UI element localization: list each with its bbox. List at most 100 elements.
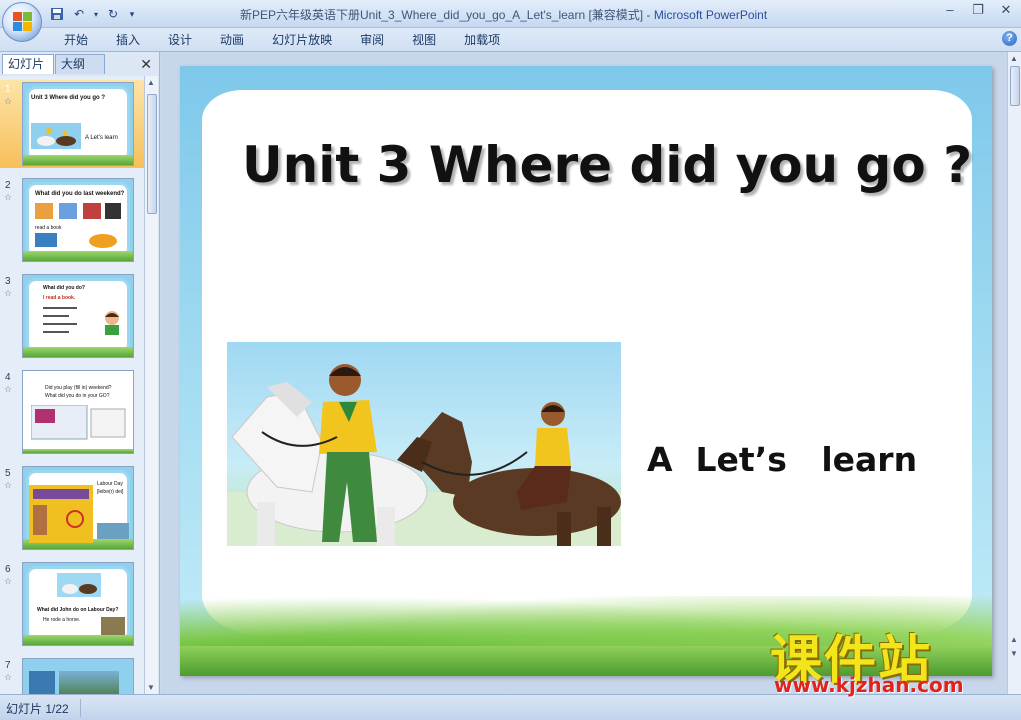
next-slide-icon[interactable]: ▼ — [1010, 649, 1018, 658]
slide-number: 2 — [5, 180, 11, 191]
thumbnail-line: Did you play (fill in) weekend? — [45, 385, 112, 391]
scrollbar-thumb[interactable] — [147, 94, 157, 214]
animation-star-icon: ☆ — [4, 192, 13, 202]
slide-thumbnail-5[interactable]: 5 ☆ Labour Day [leibə(r) dei] — [0, 464, 144, 552]
tab-review[interactable]: 审阅 — [346, 31, 398, 49]
scroll-up-icon[interactable]: ▲ — [1010, 54, 1018, 63]
customize-toolbar-icon[interactable]: ▾ — [126, 5, 138, 23]
tab-view[interactable]: 视图 — [398, 31, 450, 49]
thumbnail-line: [leibə(r) dei] — [97, 489, 124, 495]
slide-subtitle[interactable]: A Let’s learn — [647, 440, 917, 479]
horse-riding-image[interactable] — [227, 342, 621, 546]
animation-star-icon: ☆ — [4, 96, 13, 106]
thumbnail-scrollbar[interactable]: ▲ ▼ — [144, 76, 158, 694]
slide-preview: What did you do? I read a book. — [22, 274, 134, 358]
ribbon-tabs: 开始 插入 设计 动画 幻灯片放映 审阅 视图 加载项 — [50, 31, 514, 49]
horse-thumbnail-image — [57, 573, 101, 597]
slide-thumbnail-4[interactable]: 4 ☆ Did you play (fill in) weekend? What… — [0, 368, 144, 456]
tab-outline[interactable]: 大纲 — [55, 54, 105, 74]
restore-icon[interactable]: ❐ — [969, 2, 987, 18]
undo-dropdown-icon[interactable]: ▾ — [92, 5, 100, 23]
photo-thumbnail-image — [29, 671, 55, 694]
redo-icon[interactable]: ↻ — [104, 5, 122, 23]
quick-access-toolbar: ↶ ▾ ↻ ▾ — [48, 4, 138, 24]
slide-number: 7 — [5, 660, 11, 671]
tab-insert[interactable]: 插入 — [102, 31, 154, 49]
scroll-down-icon[interactable]: ▼ — [147, 683, 155, 692]
prev-slide-icon[interactable]: ▲ — [1010, 635, 1018, 644]
screenshot-thumbnail-image — [30, 404, 127, 441]
help-icon[interactable]: ? — [1002, 31, 1017, 46]
photo-thumbnail-image — [97, 523, 129, 539]
slide-number: 6 — [5, 564, 11, 575]
slide-preview — [22, 658, 134, 694]
slide-number: 1 — [5, 84, 11, 95]
slide-thumbnail-6[interactable]: 6 ☆ What did John do on Labour Day? He r… — [0, 560, 144, 648]
activity-thumbnail-images — [33, 201, 123, 223]
window-controls: – ❐ ✕ — [941, 2, 1015, 18]
slide-thumbnail-1[interactable]: 1 ☆ Unit 3 Where did you go ? A Let's le… — [0, 80, 144, 168]
slide-number: 4 — [5, 372, 11, 383]
close-icon[interactable]: ✕ — [997, 2, 1015, 18]
office-button[interactable] — [2, 2, 42, 42]
slide-preview: Labour Day [leibə(r) dei] — [22, 466, 134, 550]
app-name: Microsoft PowerPoint — [653, 8, 768, 22]
tab-home[interactable]: 开始 — [50, 31, 102, 49]
slide-preview: What did John do on Labour Day? He rode … — [22, 562, 134, 646]
watermark: 课件站 www.kjzhan.com — [770, 618, 1010, 698]
thumbnail-grass — [23, 449, 133, 453]
ribbon: 开始 插入 设计 动画 幻灯片放映 审阅 视图 加载项 ? — [0, 28, 1021, 52]
tab-slides[interactable]: 幻灯片 — [2, 54, 54, 74]
tab-animations[interactable]: 动画 — [206, 31, 258, 49]
slide-number: 3 — [5, 276, 11, 287]
calendar-thumbnail-image — [29, 485, 93, 543]
slide-thumbnail-2[interactable]: 2 ☆ What did you do last weekend? read a… — [0, 176, 144, 264]
watermark-url: www.kjzhan.com — [774, 673, 964, 697]
thumbnail-line: I read a book. — [43, 295, 76, 301]
close-pane-icon[interactable]: ✕ — [140, 56, 152, 73]
tab-design[interactable]: 设计 — [154, 31, 206, 49]
thumbnail-list: 1 ☆ Unit 3 Where did you go ? A Let's le… — [0, 76, 144, 694]
slide-editing-area: Unit 3 Where did you go ? A Let’s learn — [161, 52, 1007, 694]
tab-addins[interactable]: 加载项 — [450, 31, 514, 49]
thumbnail-line: He rode a horse. — [43, 617, 81, 623]
slide-indicator: 幻灯片 1/22 — [6, 702, 69, 716]
slides-pane: 幻灯片 大纲 ✕ 1 ☆ Unit 3 Where did you go ? A… — [0, 52, 160, 694]
minimize-icon[interactable]: – — [941, 2, 959, 18]
slide-title[interactable]: Unit 3 Where did you go ? — [242, 136, 972, 194]
undo-icon[interactable]: ↶ — [70, 5, 88, 23]
thumbnail-title: What did you do last weekend? — [35, 191, 125, 197]
horse-thumbnail-image — [31, 123, 81, 149]
save-icon[interactable] — [48, 5, 66, 23]
text-lines-placeholder — [43, 305, 83, 341]
activity-thumbnail-images-2 — [33, 233, 123, 251]
photo-thumbnail-image — [101, 617, 125, 635]
slide-thumbnail-3[interactable]: 3 ☆ What did you do? I read a book. — [0, 272, 144, 360]
animation-star-icon: ☆ — [4, 672, 13, 682]
scroll-up-icon[interactable]: ▲ — [147, 78, 155, 87]
slide-number: 5 — [5, 468, 11, 479]
scrollbar-thumb[interactable] — [1010, 66, 1020, 106]
thumbnail-grass — [23, 635, 133, 645]
document-name: 新PEP六年级英语下册Unit_3_Where_did_you_go_A_Let… — [240, 8, 644, 22]
thumbnail-subtitle: A Let's learn — [85, 135, 118, 141]
current-slide[interactable]: Unit 3 Where did you go ? A Let’s learn — [180, 66, 992, 676]
thumbnail-grass — [23, 251, 133, 261]
slide-scrollbar[interactable]: ▲ ▲ ▼ — [1007, 52, 1021, 694]
thumbnail-line: What did John do on Labour Day? — [37, 607, 119, 613]
title-bar: ↶ ▾ ↻ ▾ 新PEP六年级英语下册Unit_3_Where_did_you_… — [0, 0, 1021, 42]
thumbnail-line: What did you do in your GO? — [45, 393, 110, 399]
pane-tabs: 幻灯片 大纲 ✕ — [2, 54, 158, 74]
status-divider — [80, 699, 81, 717]
slide-thumbnail-7[interactable]: 7 ☆ — [0, 656, 144, 694]
tab-slideshow[interactable]: 幻灯片放映 — [258, 31, 346, 49]
thumbnail-line: Labour Day — [97, 481, 123, 487]
slide-preview: What did you do last weekend? read a boo… — [22, 178, 134, 262]
boy-thumbnail-image — [101, 309, 123, 335]
slide-preview: Unit 3 Where did you go ? A Let's learn — [22, 82, 134, 166]
animation-star-icon: ☆ — [4, 480, 13, 490]
window-title: 新PEP六年级英语下册Unit_3_Where_did_you_go_A_Let… — [240, 6, 767, 23]
title-separator: - — [643, 8, 654, 22]
thumbnail-grass — [23, 347, 133, 357]
thumbnail-grass — [23, 155, 133, 165]
